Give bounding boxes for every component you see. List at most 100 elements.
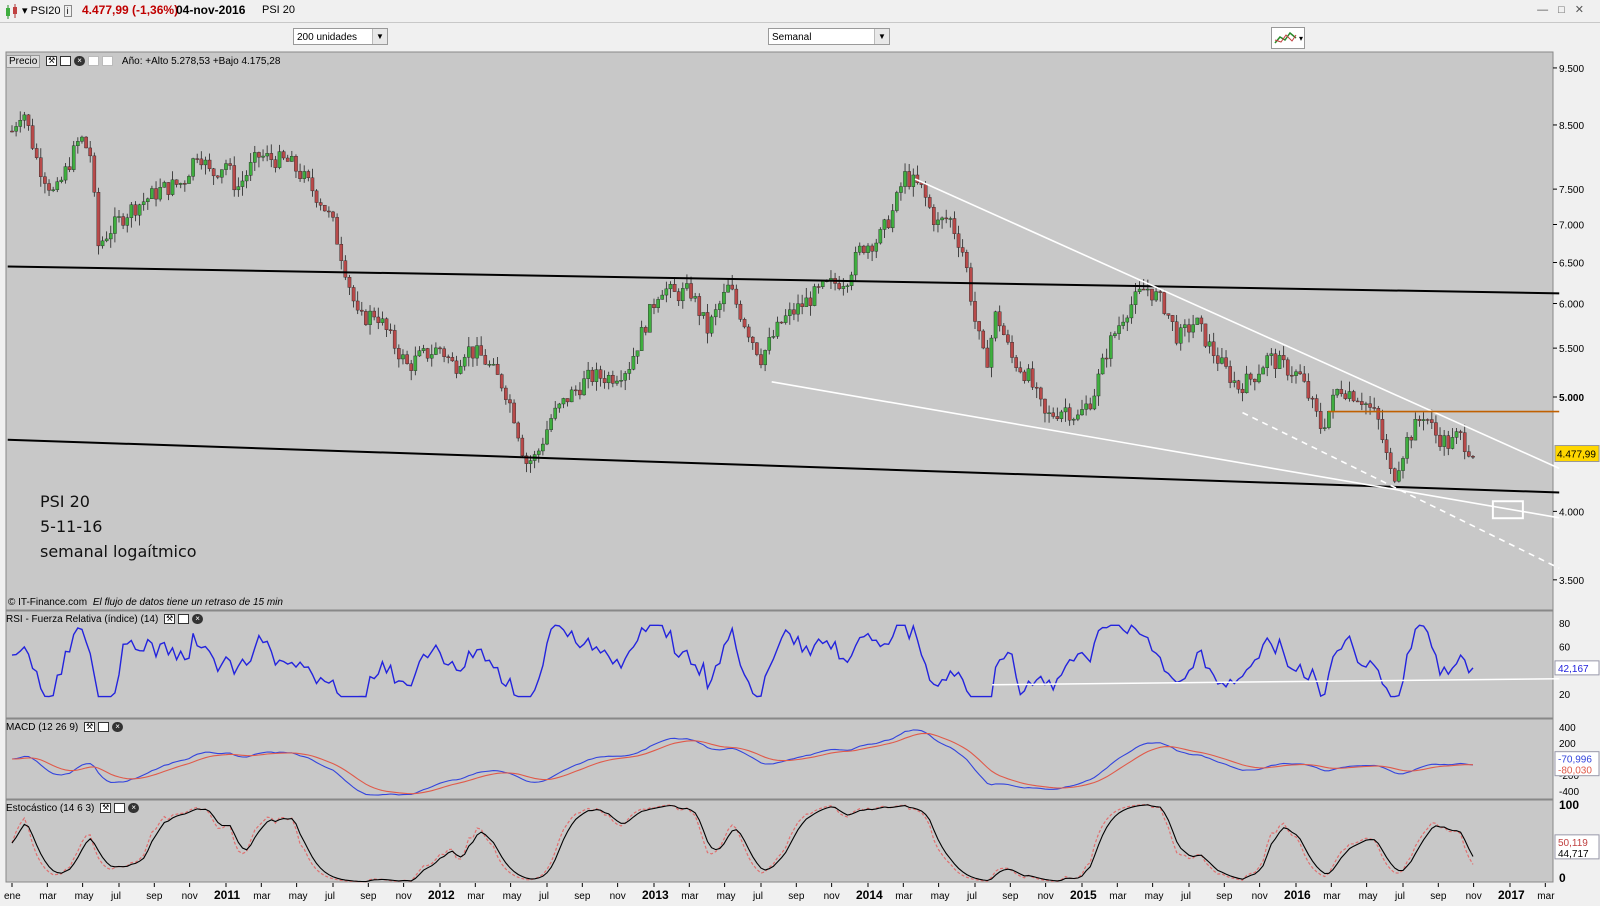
stoch-tick-label: 100 (1559, 798, 1579, 812)
candle (232, 165, 237, 191)
candle (923, 184, 928, 198)
price-tick-label: 8.500 (1559, 121, 1584, 132)
candle (1376, 408, 1381, 420)
candle (1253, 378, 1257, 383)
candle (1434, 422, 1438, 436)
window-icon[interactable] (178, 614, 190, 625)
price-tick-label: 4.000 (1559, 507, 1584, 518)
candle (1043, 398, 1047, 414)
candle (1277, 355, 1282, 369)
candle (360, 309, 364, 312)
candle (598, 369, 603, 379)
candle (1063, 407, 1068, 413)
candle (67, 166, 72, 170)
candle (1248, 373, 1253, 380)
window-icon[interactable] (98, 722, 110, 733)
close-panel-icon[interactable]: × (192, 614, 204, 625)
rsi-panel-header: RSI - Fuerza Relativa (índice) (14) ⚒ × (6, 613, 204, 627)
candle (952, 218, 957, 234)
candle (1014, 357, 1018, 368)
candle (1405, 437, 1409, 459)
candle (1417, 419, 1422, 421)
candle (1323, 427, 1327, 429)
candle (59, 179, 64, 182)
candle (763, 350, 767, 366)
candle (1438, 434, 1442, 447)
candle (166, 182, 171, 195)
candle (903, 171, 907, 187)
candle (792, 309, 796, 315)
close-panel-icon[interactable]: × (128, 803, 140, 814)
paste-icon (102, 56, 114, 67)
candle (569, 389, 574, 403)
price-tick-label: 6.000 (1559, 300, 1584, 311)
candle (973, 301, 977, 322)
candle (1071, 418, 1076, 421)
chart-area[interactable]: 9.500 8.500 7.500 7.000 6.500 6.000 5.500 5.000… (0, 0, 1600, 906)
candle (701, 312, 706, 316)
candle (788, 309, 792, 316)
candle (767, 337, 772, 351)
window-icon[interactable] (60, 56, 72, 67)
candle (1360, 401, 1364, 405)
candle (899, 186, 903, 193)
window-icon[interactable] (114, 803, 126, 814)
candle (578, 389, 582, 396)
candle (981, 330, 986, 349)
x-tick-label: 2014 (856, 888, 883, 902)
x-tick-label: sep (1430, 891, 1447, 902)
candle (158, 187, 162, 200)
candle (104, 238, 109, 242)
candle (265, 153, 269, 157)
candle (150, 188, 154, 200)
candle (722, 291, 726, 305)
candle (549, 418, 553, 430)
candle (495, 363, 500, 375)
candle (141, 201, 146, 205)
x-tick-label: jul (110, 891, 121, 902)
price-tick-label: 6.500 (1559, 258, 1584, 269)
candle (253, 152, 257, 163)
candle (734, 288, 739, 305)
candle (989, 337, 994, 368)
candle (1220, 357, 1224, 364)
candle (1051, 412, 1055, 417)
candle (1388, 452, 1393, 469)
wrench-icon[interactable]: ⚒ (46, 56, 58, 67)
wrench-icon[interactable]: ⚒ (100, 803, 112, 814)
candle (685, 283, 689, 289)
candle (927, 197, 932, 208)
candle (1096, 373, 1101, 397)
wrench-icon[interactable]: ⚒ (164, 614, 176, 625)
candle (890, 210, 895, 229)
wrench-icon[interactable]: ⚒ (84, 722, 96, 733)
x-tick-label: sep (146, 891, 163, 902)
candle (269, 153, 274, 160)
candle (162, 182, 167, 188)
x-tick-label: mar (1537, 891, 1555, 902)
candle (195, 158, 199, 160)
candle (331, 211, 335, 218)
candle (1318, 411, 1323, 429)
candle (327, 210, 331, 213)
candle (244, 175, 249, 182)
candle (594, 369, 599, 382)
close-panel-icon[interactable]: × (74, 56, 86, 67)
candle (487, 364, 492, 366)
candle (631, 356, 636, 370)
candle (1244, 373, 1249, 394)
candle (1084, 403, 1088, 410)
x-tick-label: may (931, 891, 950, 902)
candle (18, 120, 23, 127)
candle (236, 186, 241, 191)
x-tick-label: nov (824, 891, 840, 902)
candle (693, 296, 697, 299)
candle (590, 369, 595, 382)
x-tick-label: mar (1323, 891, 1341, 902)
candle (1368, 403, 1372, 408)
x-tick-label: jul (966, 891, 977, 902)
candle (944, 217, 948, 220)
candle (1080, 409, 1084, 416)
close-panel-icon[interactable]: × (112, 722, 124, 733)
year-stats: Año: +Alto 5.278,53 +Bajo 4.175,28 (121, 56, 281, 67)
